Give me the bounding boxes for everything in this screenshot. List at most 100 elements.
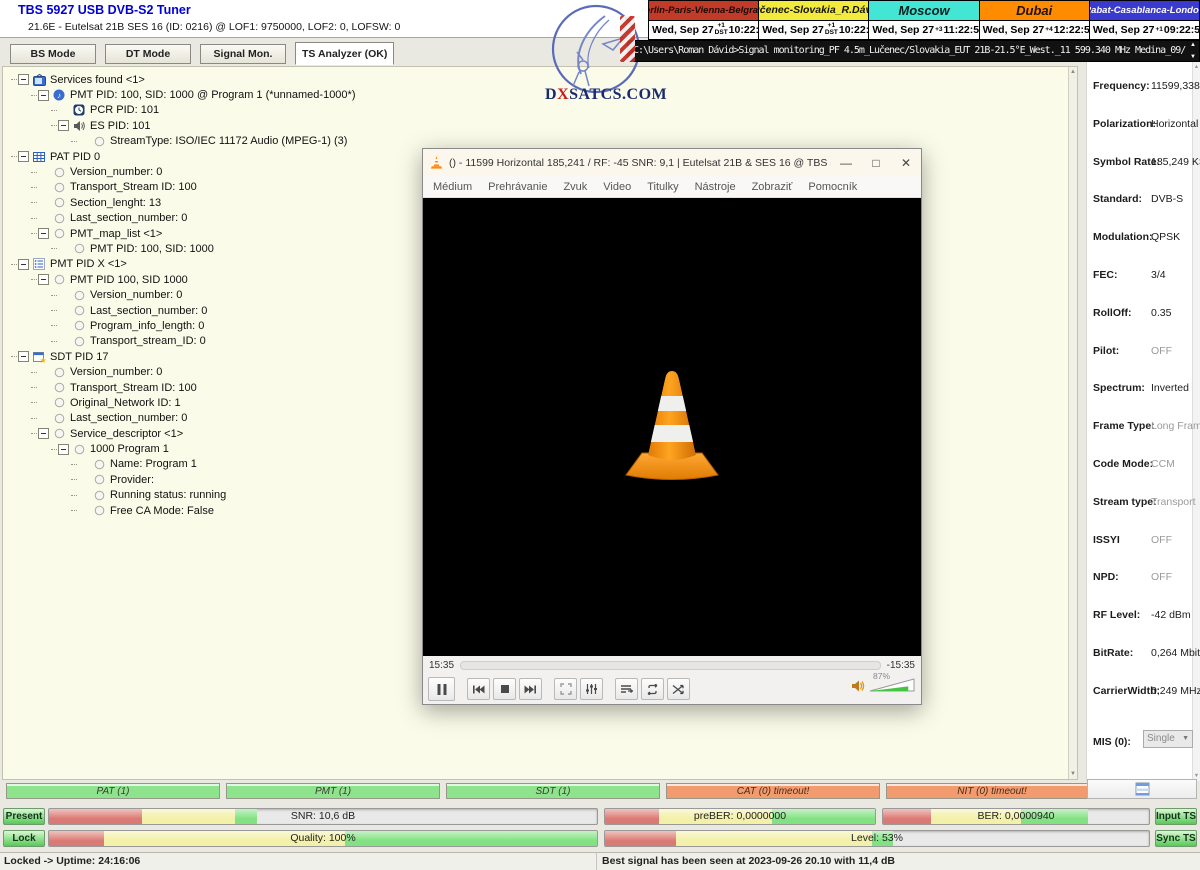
tab-bs-mode[interactable]: BS Mode — [10, 44, 96, 64]
collapse-toggle-icon[interactable] — [58, 444, 69, 455]
tab-signal-mon-[interactable]: Signal Mon. — [200, 44, 286, 64]
volume-control: 87% — [851, 677, 916, 701]
scroll-down-icon[interactable]: ▼ — [1070, 771, 1076, 777]
vlc-menu-m-dium[interactable]: Médium — [425, 181, 480, 193]
present-indicator: Present — [3, 808, 45, 825]
vlc-menu-titulky[interactable]: Titulky — [639, 181, 686, 193]
collapse-toggle-icon[interactable] — [18, 74, 29, 85]
collapse-toggle-icon[interactable] — [38, 428, 49, 439]
tree-node-label: PMT_map_list <1> — [70, 228, 162, 240]
tab-ts-analyzer-ok-[interactable]: TS Analyzer (OK) — [295, 42, 394, 65]
equalizer-button[interactable] — [580, 678, 603, 700]
next-button[interactable] — [519, 678, 542, 700]
stop-button[interactable] — [493, 678, 516, 700]
tab-dt-mode[interactable]: DT Mode — [105, 44, 191, 64]
param-row: CarrierWidth:0,249 MHz — [1087, 675, 1200, 713]
tree-node-label: PMT PID: 100, SID: 1000 @ Program 1 (*un… — [70, 89, 356, 101]
loop-button[interactable] — [641, 678, 664, 700]
fullscreen-icon — [560, 683, 572, 695]
param-row: Stream type:Transport — [1087, 486, 1200, 524]
tree-node-label: PMT PID: 100, SID: 1000 — [90, 243, 214, 255]
param-label: Polarization: — [1093, 118, 1156, 130]
tz-offset: +3 — [935, 27, 942, 34]
ts-tables-button[interactable] — [1087, 779, 1197, 799]
tree-node[interactable]: Services found <1> — [3, 72, 1077, 87]
tree-connector — [31, 202, 37, 203]
collapse-toggle-icon[interactable] — [18, 259, 29, 270]
ber-meter: BER: 0,0000940 — [882, 808, 1150, 825]
psi-bar-pmt: PMT (1) — [226, 783, 440, 799]
collapse-toggle-icon[interactable] — [58, 120, 69, 131]
tree-connector — [31, 418, 37, 419]
tree-connector — [31, 187, 37, 188]
world-clocks: Berlin-Paris-Vienna-Belgrade Wed, Sep 27 +… — [648, 0, 1200, 40]
vlc-menu-pomocn-k[interactable]: Pomocník — [800, 181, 865, 193]
tree-connector — [11, 156, 17, 157]
vlc-menu-n-stroje[interactable]: Nástroje — [687, 181, 744, 193]
tree-node[interactable]: PCR PID: 101 — [3, 103, 1077, 118]
scroll-up-icon[interactable]: ▲ — [1070, 69, 1076, 75]
tree-node[interactable]: ES PID: 101 — [3, 118, 1077, 133]
vlc-menu-video[interactable]: Video — [595, 181, 639, 193]
tree-node-label: Transport_Stream ID: 100 — [70, 181, 197, 193]
tv-icon — [32, 74, 46, 86]
tree-node-label: Last_section_number: 0 — [70, 412, 187, 424]
preber-meter: preBER: 0,0000000 — [604, 808, 876, 825]
remaining-time[interactable]: -15:35 — [887, 660, 915, 671]
tree-node[interactable]: ♪PMT PID: 100, SID: 1000 @ Program 1 (*u… — [3, 87, 1077, 102]
param-label: CarrierWidth: — [1093, 685, 1160, 697]
param-value: 0,249 MHz — [1151, 685, 1200, 697]
seek-bar[interactable] — [460, 661, 881, 670]
close-button[interactable]: ✕ — [891, 149, 921, 176]
params-top-spacer — [1087, 62, 1200, 70]
collapse-toggle-icon[interactable] — [18, 351, 29, 362]
collapse-toggle-icon[interactable] — [18, 151, 29, 162]
fullscreen-button[interactable] — [554, 678, 577, 700]
vlc-video-area — [423, 198, 921, 656]
tree-node[interactable]: StreamType: ISO/IEC 11172 Audio (MPEG-1)… — [3, 134, 1077, 149]
vlc-menu-prehr-vanie[interactable]: Prehrávanie — [480, 181, 555, 193]
dot-icon — [72, 289, 86, 301]
collapse-toggle-icon[interactable] — [38, 274, 49, 285]
tree-node-label: Version_number: 0 — [70, 366, 162, 378]
dot-icon — [92, 474, 106, 486]
vlc-titlebar[interactable]: () - 11599 Horizontal 185,241 / RF: -45 … — [423, 149, 921, 176]
dot-icon — [52, 212, 66, 224]
clock-date: Wed, Sep 27 — [762, 24, 824, 36]
minimize-button[interactable]: — — [831, 149, 861, 176]
tree-node-label: Original_Network ID: 1 — [70, 397, 181, 409]
pause-button[interactable] — [428, 677, 455, 701]
scroll-up-icon[interactable]: ▲ — [1190, 42, 1196, 48]
param-value: 0.35 — [1151, 307, 1171, 319]
tree-connector — [31, 95, 37, 96]
tree-connector — [31, 433, 37, 434]
console-scrollbar[interactable]: ▲▼ — [1188, 42, 1198, 60]
random-button[interactable] — [667, 678, 690, 700]
param-value: QPSK — [1151, 231, 1180, 243]
clock-city-label: Berlin-Paris-Vienna-Belgrade — [649, 1, 758, 21]
param-row: Frame Type:Long Frame — [1087, 410, 1200, 448]
tree-scrollbar[interactable]: ▲▼ — [1068, 67, 1077, 779]
collapse-toggle-icon[interactable] — [38, 90, 49, 101]
loop-icon — [646, 684, 659, 695]
playlist-button[interactable] — [615, 678, 638, 700]
maximize-button[interactable]: □ — [861, 149, 891, 176]
collapse-toggle-icon[interactable] — [38, 228, 49, 239]
vlc-menu-zvuk[interactable]: Zvuk — [555, 181, 595, 193]
speaker-icon[interactable] — [851, 679, 865, 698]
previous-button[interactable] — [467, 678, 490, 700]
clock-berlin-paris-vienna-belgrade: Berlin-Paris-Vienna-BelgradeWed, Sep 27+… — [649, 1, 759, 39]
tree-node-label: PMT PID X <1> — [50, 258, 127, 270]
scroll-down-icon[interactable]: ▼ — [1190, 54, 1196, 60]
chevron-down-icon: ▼ — [1182, 735, 1189, 742]
vlc-menu-zobrazi-[interactable]: Zobraziť — [744, 181, 801, 193]
mis-dropdown[interactable]: Single▼ — [1143, 730, 1193, 748]
param-label: RollOff: — [1093, 307, 1132, 319]
param-value: Inverted — [1151, 382, 1189, 394]
tree-node-label: PCR PID: 101 — [90, 104, 159, 116]
tree-connector — [11, 356, 17, 357]
mis-row: MIS (0):Single▼ — [1087, 726, 1200, 764]
param-label: Spectrum: — [1093, 382, 1145, 394]
param-row: Pilot:OFF — [1087, 335, 1200, 373]
tree-node-label: Service_descriptor <1> — [70, 428, 183, 440]
